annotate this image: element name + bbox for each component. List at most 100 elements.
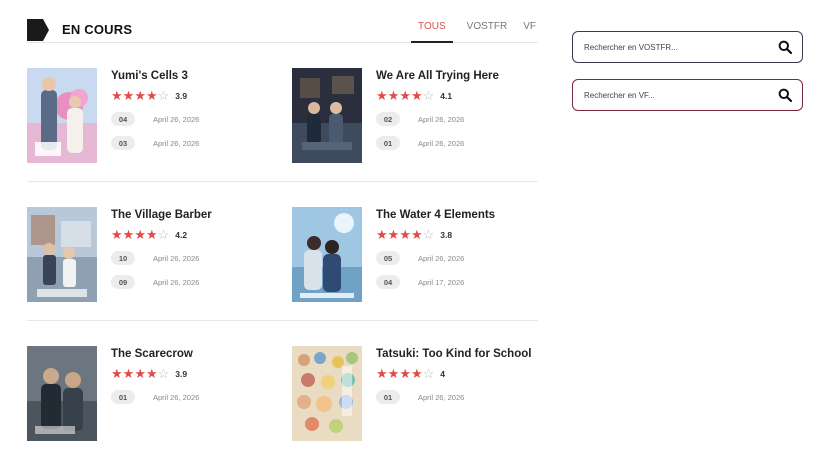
star-filled-icon: ★	[111, 88, 123, 103]
episode-item[interactable]: 05 April 26, 2026	[376, 250, 464, 266]
star-filled-icon: ★	[122, 366, 135, 381]
rating-value: 3.9	[175, 90, 188, 101]
episode-item[interactable]: 01 April 26, 2026	[111, 389, 199, 405]
star-filled-icon: ★	[111, 366, 123, 381]
episode-number-badge[interactable]: 01	[376, 390, 400, 404]
episode-date: April 26, 2026	[153, 392, 200, 402]
star-filled-icon: ★	[122, 88, 135, 103]
star-filled-icon: ★	[399, 88, 411, 103]
star-filled-icon: ★	[145, 366, 158, 381]
star-filled-icon: ★	[410, 88, 423, 103]
search-icon[interactable]	[778, 88, 792, 102]
episode-date: April 26, 2026	[418, 253, 465, 263]
episode-item[interactable]: 02 April 26, 2026	[376, 111, 464, 127]
star-filled-icon: ★	[134, 227, 146, 242]
poster-the-village-barber[interactable]	[27, 207, 97, 302]
episode-number-badge[interactable]: 04	[376, 275, 400, 289]
series-row: The Village Barber ★ ★ ★ ★ ☆ 4.2 10 Apri…	[27, 182, 538, 321]
episode-number-badge[interactable]: 01	[376, 136, 400, 150]
star-filled-icon: ★	[387, 227, 400, 242]
episode-date: April 26, 2026	[153, 253, 200, 263]
episode-date: April 26, 2026	[153, 138, 200, 148]
star-filled-icon: ★	[410, 227, 423, 242]
series-title[interactable]: The Water 4 Elements	[376, 209, 495, 221]
search-box-vf	[572, 79, 803, 111]
star-empty-icon: ☆	[422, 227, 435, 242]
rating-value: 3.8	[440, 229, 453, 240]
episode-number-badge[interactable]: 02	[376, 112, 400, 126]
series-title[interactable]: The Scarecrow	[111, 348, 193, 360]
star-filled-icon: ★	[145, 227, 158, 242]
series-card[interactable]: Yumi's Cells 3 ★ ★ ★ ★ ☆ 3.9 04 April 26…	[27, 68, 277, 163]
series-card[interactable]: The Village Barber ★ ★ ★ ★ ☆ 4.2 10 Apri…	[27, 207, 277, 302]
episode-date: April 17, 2026	[418, 277, 465, 287]
star-empty-icon: ☆	[157, 227, 170, 242]
star-rating: ★ ★ ★ ★ ☆ 4.2	[111, 228, 187, 241]
episode-number-badge[interactable]: 10	[111, 251, 135, 265]
star-filled-icon: ★	[399, 227, 411, 242]
episode-date: April 26, 2026	[153, 114, 200, 124]
series-card[interactable]: We Are All Trying Here ★ ★ ★ ★ ☆ 4.1 02 …	[292, 68, 542, 163]
episode-date: April 26, 2026	[153, 277, 200, 287]
series-row: Yumi's Cells 3 ★ ★ ★ ★ ☆ 3.9 04 April 26…	[27, 43, 538, 182]
series-card[interactable]: The Scarecrow ★ ★ ★ ★ ☆ 3.9 01 April 26,…	[27, 346, 277, 441]
star-filled-icon: ★	[376, 88, 388, 103]
episode-date: April 26, 2026	[418, 138, 465, 148]
star-filled-icon: ★	[399, 366, 411, 381]
episode-item[interactable]: 03 April 26, 2026	[111, 135, 199, 151]
episode-number-badge[interactable]: 03	[111, 136, 135, 150]
section-header: EN COURS TOUS VOSTFR VF	[27, 14, 538, 43]
filter-tabs: TOUS VOSTFR VF	[399, 21, 538, 43]
rating-value: 4	[440, 368, 446, 379]
series-title[interactable]: Tatsuki: Too Kind for School	[376, 348, 531, 360]
poster-tatsuki-too-kind-for-school[interactable]	[292, 346, 362, 441]
search-input-vostfr[interactable]	[584, 40, 764, 54]
main-content: EN COURS TOUS VOSTFR VF Yumi's Cells 3 ★…	[27, 14, 538, 459]
episode-date: April 26, 2026	[418, 392, 465, 402]
series-title[interactable]: Yumi's Cells 3	[111, 70, 188, 82]
star-empty-icon: ☆	[422, 88, 435, 103]
episode-item[interactable]: 01 April 26, 2026	[376, 135, 464, 151]
episode-item[interactable]: 10 April 26, 2026	[111, 250, 199, 266]
star-filled-icon: ★	[376, 366, 388, 381]
series-card[interactable]: Tatsuki: Too Kind for School ★ ★ ★ ★ ☆ 4…	[292, 346, 542, 441]
episode-item[interactable]: 04 April 26, 2026	[111, 111, 199, 127]
episode-item[interactable]: 01 April 26, 2026	[376, 389, 464, 405]
poster-we-are-all-trying-here[interactable]	[292, 68, 362, 163]
star-filled-icon: ★	[410, 366, 423, 381]
series-title[interactable]: We Are All Trying Here	[376, 70, 499, 82]
series-card[interactable]: The Water 4 Elements ★ ★ ★ ★ ☆ 3.8 05 Ap…	[292, 207, 542, 302]
episode-number-badge[interactable]: 01	[111, 390, 135, 404]
episode-number-badge[interactable]: 09	[111, 275, 135, 289]
tab-vostfr[interactable]: VOSTFR	[465, 21, 510, 41]
star-rating: ★ ★ ★ ★ ☆ 3.9	[111, 89, 187, 102]
episode-number-badge[interactable]: 05	[376, 251, 400, 265]
tab-vf[interactable]: VF	[521, 21, 538, 41]
poster-yumis-cells[interactable]	[27, 68, 97, 163]
star-empty-icon: ☆	[157, 88, 170, 103]
star-rating: ★ ★ ★ ★ ☆ 3.8	[376, 228, 452, 241]
sidebar	[572, 31, 803, 127]
star-filled-icon: ★	[145, 88, 158, 103]
star-filled-icon: ★	[134, 366, 146, 381]
star-rating: ★ ★ ★ ★ ☆ 3.9	[111, 367, 187, 380]
section-flag-icon	[27, 19, 49, 41]
search-input-vf[interactable]	[584, 88, 764, 102]
star-filled-icon: ★	[111, 227, 123, 242]
episode-item[interactable]: 04 April 17, 2026	[376, 274, 464, 290]
poster-the-scarecrow[interactable]	[27, 346, 97, 441]
star-rating: ★ ★ ★ ★ ☆ 4.1	[376, 89, 452, 102]
series-title[interactable]: The Village Barber	[111, 209, 212, 221]
episode-number-badge[interactable]: 04	[111, 112, 135, 126]
episode-item[interactable]: 09 April 26, 2026	[111, 274, 199, 290]
series-row: The Scarecrow ★ ★ ★ ★ ☆ 3.9 01 April 26,…	[27, 321, 538, 459]
search-icon[interactable]	[778, 40, 792, 54]
star-empty-icon: ☆	[157, 366, 170, 381]
star-filled-icon: ★	[122, 227, 135, 242]
search-box-vostfr	[572, 31, 803, 63]
star-filled-icon: ★	[387, 88, 400, 103]
star-filled-icon: ★	[134, 88, 146, 103]
tab-tous[interactable]: TOUS	[411, 21, 453, 43]
star-filled-icon: ★	[376, 227, 388, 242]
poster-the-water-4-elements[interactable]	[292, 207, 362, 302]
